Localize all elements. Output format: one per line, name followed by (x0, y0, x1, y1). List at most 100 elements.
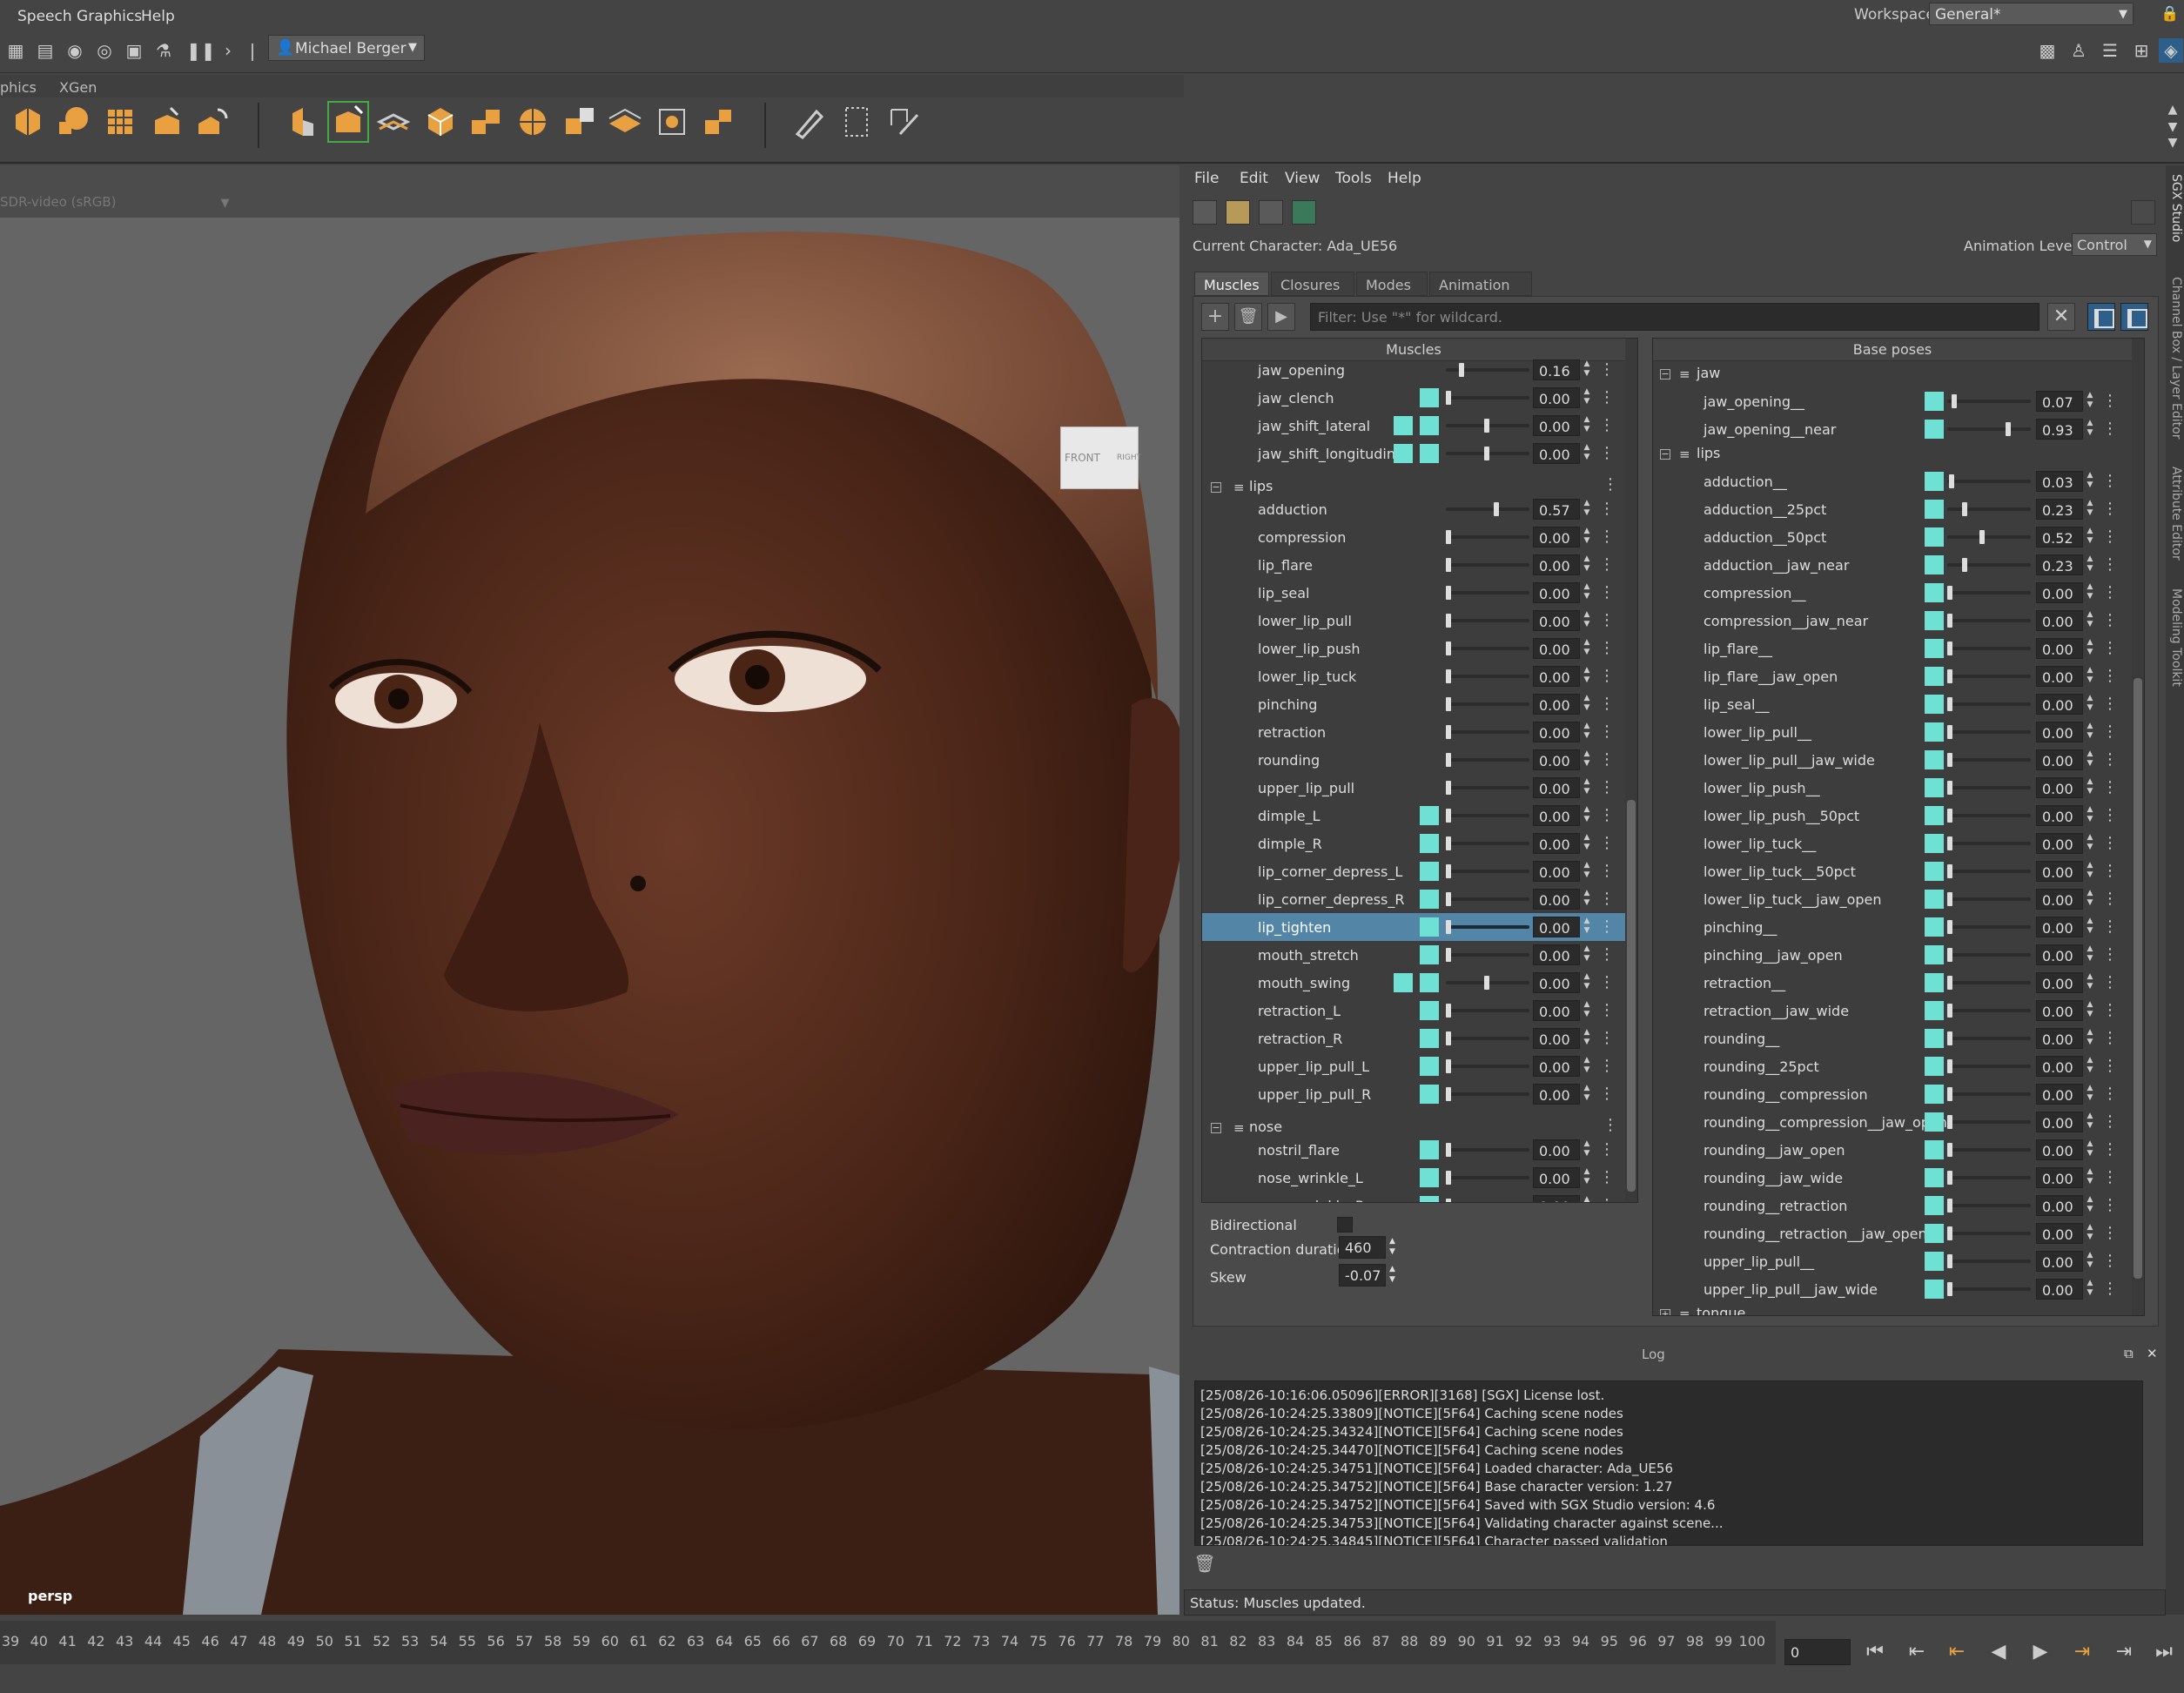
menu-tools[interactable]: Tools (1335, 170, 1372, 187)
base-pose-row[interactable]: jaw_opening__near 0.93 ▲ ▼ ⋮ (1653, 415, 2132, 443)
slider-track[interactable] (1446, 730, 1529, 734)
value-field[interactable]: 0.00 (1533, 749, 1580, 770)
combine-icon[interactable] (467, 103, 505, 141)
value-spinner[interactable]: ▲▼ (1582, 415, 1592, 436)
more-options-icon[interactable]: ⋮ (2102, 1280, 2118, 1298)
slider-track[interactable] (1947, 953, 2031, 957)
base-pose-row[interactable]: rounding__retraction__jaw_open 0.00 ▲ ▼ ⋮ (1653, 1219, 2132, 1247)
add-icon[interactable]: + (1201, 303, 1229, 331)
value-spinner[interactable]: ▲▼ (2085, 1084, 2095, 1105)
base-pose-row[interactable]: adduction__jaw_near 0.23 ▲ ▼ ⋮ (1653, 551, 2132, 579)
more-options-icon[interactable]: ⋮ (2102, 834, 2118, 852)
base-pose-row[interactable]: pinching__ 0.00 ▲ ▼ ⋮ (1653, 913, 2132, 941)
more-options-icon[interactable]: ⋮ (2102, 750, 2118, 769)
value-field[interactable]: 0.00 (2036, 889, 2083, 910)
value-spinner[interactable]: ▲▼ (1582, 889, 1592, 910)
slider-track[interactable] (1446, 1065, 1529, 1068)
slider-track[interactable] (1947, 814, 2031, 817)
poly-cube-icon[interactable] (9, 103, 47, 141)
base-pose-row[interactable]: rounding__25pct 0.00 ▲ ▼ ⋮ (1653, 1052, 2132, 1080)
slider-handle[interactable] (1947, 836, 1952, 850)
more-options-icon[interactable]: ⋮ (2102, 1140, 2118, 1159)
slider-handle[interactable] (1947, 669, 1952, 683)
more-options-icon[interactable]: ⋮ (1599, 945, 1615, 964)
base-pose-row[interactable]: compression__jaw_near 0.00 ▲ ▼ ⋮ (1653, 607, 2132, 635)
base-pose-row[interactable]: lower_lip_push__ 0.00 ▲ ▼ ⋮ (1653, 774, 2132, 802)
play-icon[interactable]: ▶ (1267, 303, 1295, 331)
contraction-duration-field[interactable]: 460 (1339, 1236, 1386, 1259)
more-options-icon[interactable]: ⋮ (2102, 917, 2118, 936)
render-ipr-icon[interactable]: ▦ (3, 38, 28, 63)
slider-track[interactable] (1947, 1260, 2031, 1263)
more-options-icon[interactable]: ⋮ (1599, 639, 1615, 657)
value-spinner[interactable]: ▲▼ (1582, 610, 1592, 631)
value-field[interactable]: 0.16 (1533, 359, 1580, 380)
more-options-icon[interactable]: ⋮ (1599, 444, 1615, 462)
value-spinner[interactable]: ▲▼ (2085, 777, 2095, 798)
muscle-row[interactable]: upper_lip_pull 0.00 ▲ ▼ ⋮ (1202, 774, 1625, 802)
more-options-icon[interactable]: ⋮ (1599, 583, 1615, 601)
value-field[interactable]: 0.00 (1533, 805, 1580, 826)
more-options-icon[interactable]: ⋮ (2102, 667, 2118, 685)
slider-handle[interactable] (1446, 753, 1451, 767)
slider-track[interactable] (1947, 1092, 2031, 1096)
base-pose-row[interactable]: lower_lip_pull__jaw_wide 0.00 ▲ ▼ ⋮ (1653, 746, 2132, 774)
value-field[interactable]: 0.00 (2036, 722, 2083, 742)
slider-handle[interactable] (1947, 1115, 1952, 1129)
value-spinner[interactable]: ▲▼ (2085, 1251, 2095, 1272)
value-field[interactable]: 0.00 (1533, 1195, 1580, 1202)
go-to-start-icon[interactable]: ⏮ (1859, 1638, 1891, 1666)
base-poses-scroll-thumb[interactable] (2134, 678, 2142, 1279)
bridge-icon[interactable] (421, 103, 460, 141)
more-options-icon[interactable]: ⋮ (2102, 1057, 2118, 1075)
contraction-spinner[interactable]: ▲ ▼ (1389, 1236, 1395, 1257)
slider-handle[interactable] (1947, 1171, 1952, 1185)
slider-handle[interactable] (1947, 1143, 1952, 1157)
side-tab-modeling-toolkit[interactable]: Modeling Toolkit (2169, 588, 2183, 687)
base-pose-row[interactable]: retraction__ 0.00 ▲ ▼ ⋮ (1653, 969, 2132, 997)
slider-handle[interactable] (1947, 753, 1952, 767)
slider-track[interactable] (1446, 619, 1529, 622)
more-options-icon[interactable]: ⋮ (1599, 416, 1615, 434)
base-pose-row[interactable]: lower_lip_tuck__jaw_open 0.00 ▲ ▼ ⋮ (1653, 885, 2132, 913)
slider-handle[interactable] (1947, 725, 1952, 739)
more-options-icon[interactable]: ⋮ (1599, 806, 1615, 824)
value-spinner[interactable]: ▲▼ (1582, 1195, 1592, 1202)
slider-track[interactable] (1446, 535, 1529, 539)
base-pose-row[interactable]: lip_flare__jaw_open 0.00 ▲ ▼ ⋮ (1653, 662, 2132, 690)
user-account-button[interactable]: 👤 Michael Berger ▼ (268, 35, 425, 61)
muscle-row[interactable]: nostril_flare 0.00 ▲ ▼ ⋮ (1202, 1136, 1625, 1164)
slider-handle[interactable] (1446, 697, 1451, 711)
more-options-icon[interactable]: ⋮ (1599, 555, 1615, 574)
value-field[interactable]: 0.00 (2036, 694, 2083, 715)
muscle-row[interactable]: adduction 0.57 ▲ ▼ ⋮ (1202, 495, 1625, 523)
value-spinner[interactable]: ▲▼ (2085, 419, 2095, 440)
base-pose-row[interactable]: rounding__retraction 0.00 ▲ ▼ ⋮ (1653, 1192, 2132, 1219)
slider-handle[interactable] (1947, 1282, 1952, 1296)
muscle-row[interactable]: dimple_L 0.00 ▲ ▼ ⋮ (1202, 802, 1625, 830)
render-settings-icon[interactable]: ◉ (63, 38, 87, 63)
lock-icon[interactable]: 🔒 (2160, 5, 2179, 23)
base-pose-row[interactable]: upper_lip_pull__jaw_wide 0.00 ▲ ▼ ⋮ (1653, 1275, 2132, 1303)
value-field[interactable]: 0.00 (2036, 749, 2083, 770)
bbox-edit-icon[interactable] (837, 103, 876, 141)
slider-track[interactable] (1947, 1176, 2031, 1179)
chevron-right-icon[interactable]: › (216, 38, 240, 63)
value-field[interactable]: 0.00 (1533, 889, 1580, 910)
grid-icon[interactable] (101, 103, 139, 141)
more-options-icon[interactable]: ⋮ (1599, 667, 1615, 685)
value-field[interactable]: 0.00 (1533, 582, 1580, 603)
render-view-icon[interactable]: ▣ (122, 38, 146, 63)
close-icon[interactable]: ✕ (2147, 1346, 2158, 1361)
play-backwards-icon[interactable]: ◀ (1983, 1638, 2014, 1666)
more-options-icon[interactable]: ⋮ (1599, 360, 1615, 379)
more-options-icon[interactable]: ⋮ (2102, 778, 2118, 796)
measure-icon[interactable] (884, 103, 923, 141)
value-field[interactable]: 0.00 (1533, 387, 1580, 408)
user-icon[interactable] (2131, 200, 2155, 225)
value-spinner[interactable]: ▲▼ (1582, 917, 1592, 937)
value-field[interactable]: 0.00 (1533, 443, 1580, 464)
value-spinner[interactable]: ▲▼ (2085, 582, 2095, 603)
value-field[interactable]: 0.00 (2036, 944, 2083, 965)
modeling-toolkit-icon[interactable]: ▩ (2035, 38, 2060, 63)
